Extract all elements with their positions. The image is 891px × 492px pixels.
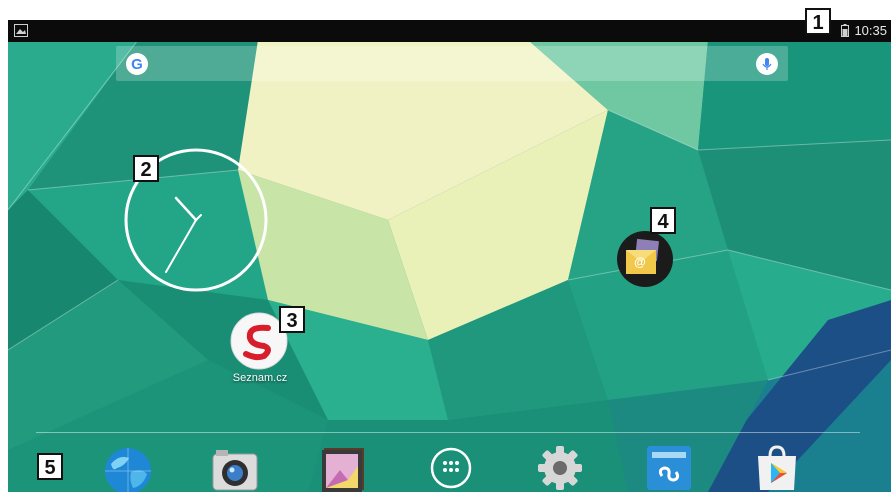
callout-1: 1 bbox=[805, 8, 831, 35]
play-store-icon[interactable] bbox=[752, 444, 802, 492]
screenshot-notification-icon[interactable] bbox=[14, 24, 28, 37]
callout-4: 4 bbox=[650, 207, 676, 234]
battery-icon bbox=[841, 24, 850, 37]
callout-2: 2 bbox=[133, 155, 159, 182]
dock-divider bbox=[36, 432, 860, 433]
android-home-screen: 10:35 G Seznam.cz @ bbox=[8, 20, 891, 492]
settings-gear-icon[interactable] bbox=[535, 444, 585, 492]
browser-globe-icon[interactable] bbox=[103, 444, 153, 492]
all-apps-icon[interactable] bbox=[426, 444, 476, 492]
camera-icon[interactable] bbox=[210, 444, 260, 492]
svg-text:@: @ bbox=[634, 255, 646, 269]
file-manager-icon[interactable] bbox=[644, 444, 694, 492]
gallery-icon[interactable] bbox=[318, 444, 368, 492]
status-time: 10:35 bbox=[854, 23, 887, 38]
app-label-seznam: Seznam.cz bbox=[232, 372, 288, 384]
google-logo-icon: G bbox=[126, 53, 148, 75]
app-email[interactable]: @ bbox=[616, 230, 674, 288]
callout-3: 3 bbox=[279, 306, 305, 333]
clock-hour-hand bbox=[174, 196, 198, 222]
status-right-group: 10:35 bbox=[841, 23, 887, 38]
status-bar: 10:35 bbox=[8, 20, 891, 42]
clock-minute-hand bbox=[165, 219, 197, 273]
google-logo-letter: G bbox=[131, 56, 143, 73]
callout-5: 5 bbox=[37, 453, 63, 480]
email-app-icon: @ bbox=[617, 231, 673, 287]
google-search-bar[interactable]: G bbox=[116, 46, 788, 81]
microphone-icon[interactable] bbox=[756, 53, 778, 75]
